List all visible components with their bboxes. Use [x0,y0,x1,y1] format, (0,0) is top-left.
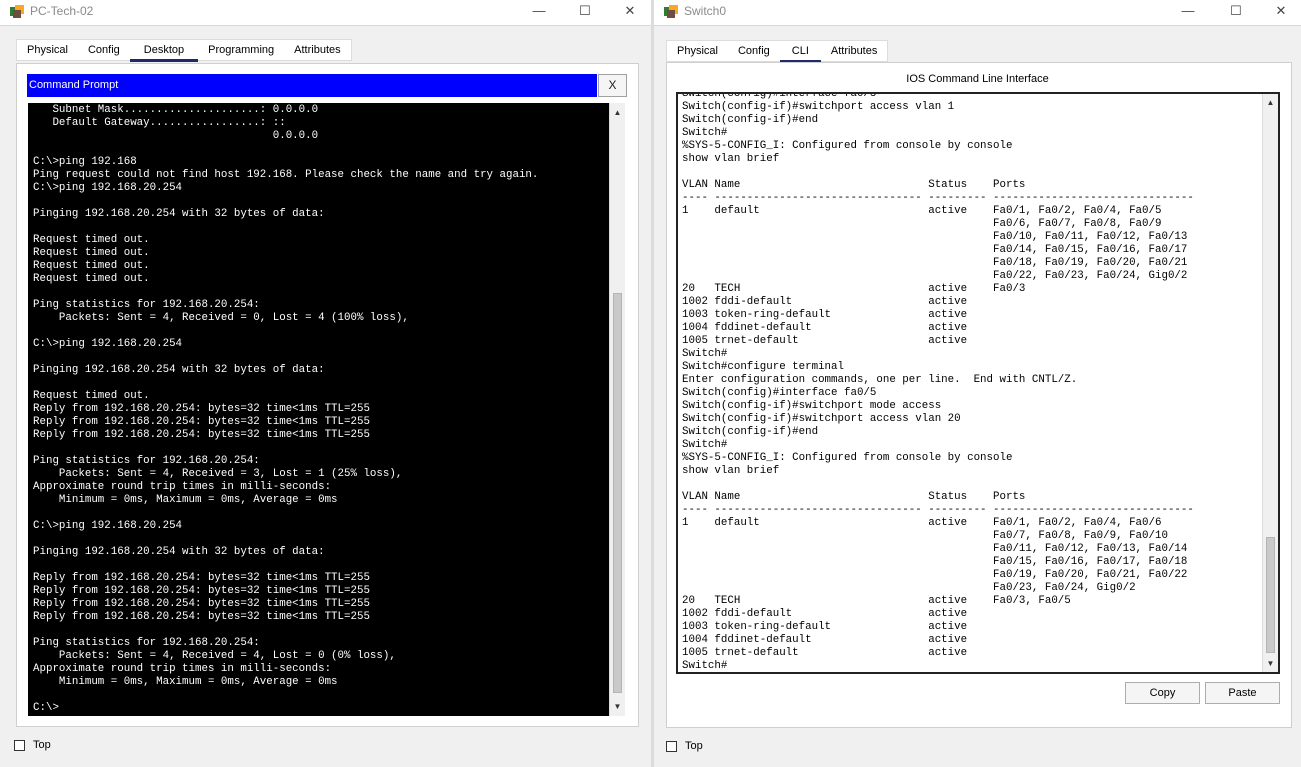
cli-scrollbar[interactable]: ▲ ▼ [1262,94,1278,672]
minimize-button[interactable]: — [1165,0,1211,24]
command-prompt-scrollbar[interactable]: ▲ ▼ [609,103,625,716]
tab-physical[interactable]: Physical [667,41,728,61]
top-checkbox[interactable] [666,740,677,752]
ios-cli-output: Switch(config)#interface fa0/5 Switch(co… [682,92,1194,672]
tab-attributes[interactable]: Attributes [821,41,887,61]
tab-desktop[interactable]: Desktop [129,40,199,62]
minimize-button[interactable]: — [516,0,562,24]
scroll-down-icon[interactable]: ▼ [1263,656,1278,671]
left-titlebar[interactable]: PC-Tech-02 — ☐ ✕ [0,0,651,26]
scroll-thumb[interactable] [1266,537,1275,653]
tab-config[interactable]: Config [78,40,130,60]
window-title: PC-Tech-02 [30,4,94,18]
top-label: Top [685,740,703,752]
scroll-up-icon[interactable]: ▲ [1263,95,1278,110]
command-prompt-title: Command Prompt [27,74,597,97]
packet-tracer-app-icon [10,5,24,18]
maximize-button[interactable]: ☐ [562,0,608,24]
device-tabs: Physical Config CLI Attributes [666,40,889,63]
scroll-thumb[interactable] [613,293,622,693]
top-label: Top [33,739,51,751]
ios-cli-console[interactable]: Switch(config)#interface fa0/5 Switch(co… [676,92,1280,674]
tab-attributes[interactable]: Attributes [284,40,350,60]
command-prompt-console[interactable]: Subnet Mask.....................: 0.0.0.… [28,103,609,716]
tab-physical[interactable]: Physical [17,40,78,60]
top-checkbox-row[interactable]: Top [14,739,51,751]
maximize-button[interactable]: ☐ [1213,0,1259,24]
tab-programming[interactable]: Programming [198,40,284,60]
scroll-up-icon[interactable]: ▲ [610,105,625,120]
device-tabs: Physical Config Desktop Programming Attr… [16,39,352,62]
right-titlebar[interactable]: Switch0 — ☐ ✕ [654,0,1301,26]
tab-cli[interactable]: CLI [779,41,822,63]
command-prompt-output: Subnet Mask.....................: 0.0.0.… [33,104,539,714]
pc-tech-02-window: PC-Tech-02 — ☐ ✕ Physical Config Desktop… [0,0,651,767]
cli-caption: IOS Command Line Interface [906,73,1049,85]
close-button[interactable]: ✕ [1258,0,1301,24]
scroll-down-icon[interactable]: ▼ [610,699,625,714]
copy-button[interactable]: Copy [1125,682,1200,704]
window-title: Switch0 [684,4,727,18]
command-prompt-close-button[interactable]: X [598,74,627,97]
top-checkbox-row[interactable]: Top [666,740,703,752]
tab-config[interactable]: Config [728,41,780,61]
packet-tracer-app-icon [664,5,678,18]
paste-button[interactable]: Paste [1205,682,1280,704]
top-checkbox[interactable] [14,739,25,751]
close-button[interactable]: ✕ [607,0,653,24]
